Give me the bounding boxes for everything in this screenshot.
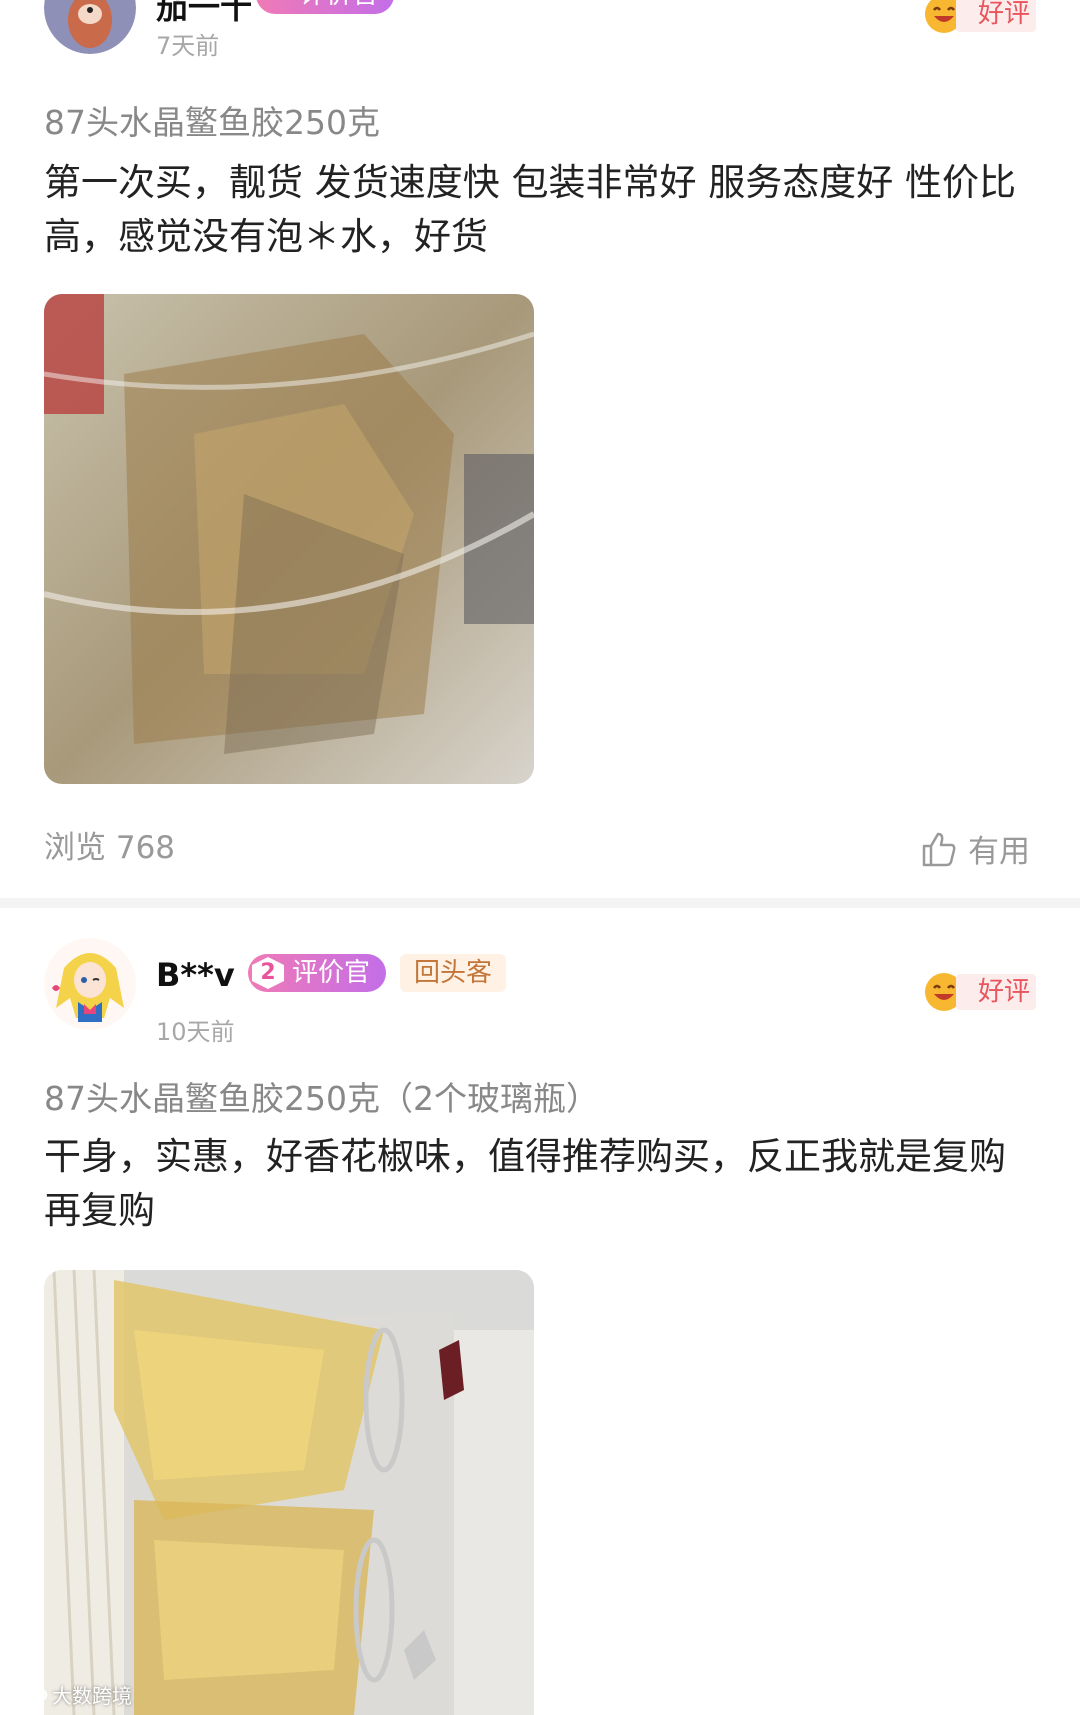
useful-button[interactable]: 有用 (920, 826, 1030, 871)
useful-label: 有用 (968, 834, 1030, 870)
watermark-logo-icon (8, 1686, 48, 1703)
good-rating-label: 好评 (956, 0, 1036, 32)
avatar[interactable] (44, 938, 136, 1030)
product-spec: 87头水晶鳘鱼胶250克 (44, 103, 380, 142)
username[interactable]: B**v (156, 956, 235, 994)
review-photo[interactable] (44, 294, 534, 784)
reviewer-official-badge: 2 评价官 (248, 954, 387, 992)
review-content: 干身，实惠，好香花椒味，值得推荐购买，反正我就是复购再复购 (44, 1135, 1006, 1232)
badge-level-icon (260, 0, 292, 11)
watermark: 大数跨境 (8, 1680, 132, 1709)
username[interactable]: 茄一十 (156, 0, 252, 28)
review-time: 7天前 (156, 32, 220, 60)
review-list-page: 茄一十 评价官 7天前 好评 87头水晶鳘鱼胶250克 第一次买，靓货 发货速度… (0, 0, 1080, 1715)
reviewer-official-badge: 评价官 (256, 0, 395, 14)
review-content: 第一次买，靓货 发货速度快 包装非常好 服务态度好 性价比高，感觉没有泡＊水，好… (44, 161, 1017, 258)
product-spec: 87头水晶鳘鱼胶250克（2个玻璃瓶） (44, 1079, 599, 1118)
badge-level-icon: 2 (252, 957, 284, 989)
view-count: 浏览 768 (44, 830, 176, 866)
good-rating-label: 好评 (956, 974, 1036, 1010)
good-rating-tag: 好评 (924, 973, 1036, 1014)
review-card: 茄一十 评价官 7天前 好评 87头水晶鳘鱼胶250克 第一次买，靓货 发货速度… (0, 0, 1080, 900)
review-card: B**v 2 评价官 回头客 10天前 好评 87头水晶鳘鱼胶250克（2个玻璃… (0, 908, 1080, 1715)
badge-label: 评价官 (292, 958, 371, 988)
thumbs-up-icon (922, 832, 956, 866)
good-rating-tag: 好评 (924, 0, 1036, 36)
watermark-text: 大数跨境 (52, 1684, 132, 1708)
review-photo[interactable] (44, 1270, 534, 1715)
badge-label: 评价官 (300, 0, 378, 10)
divider (0, 898, 1080, 908)
avatar[interactable] (44, 0, 136, 54)
returning-customer-badge: 回头客 (400, 954, 507, 992)
review-time: 10天前 (156, 1018, 235, 1046)
